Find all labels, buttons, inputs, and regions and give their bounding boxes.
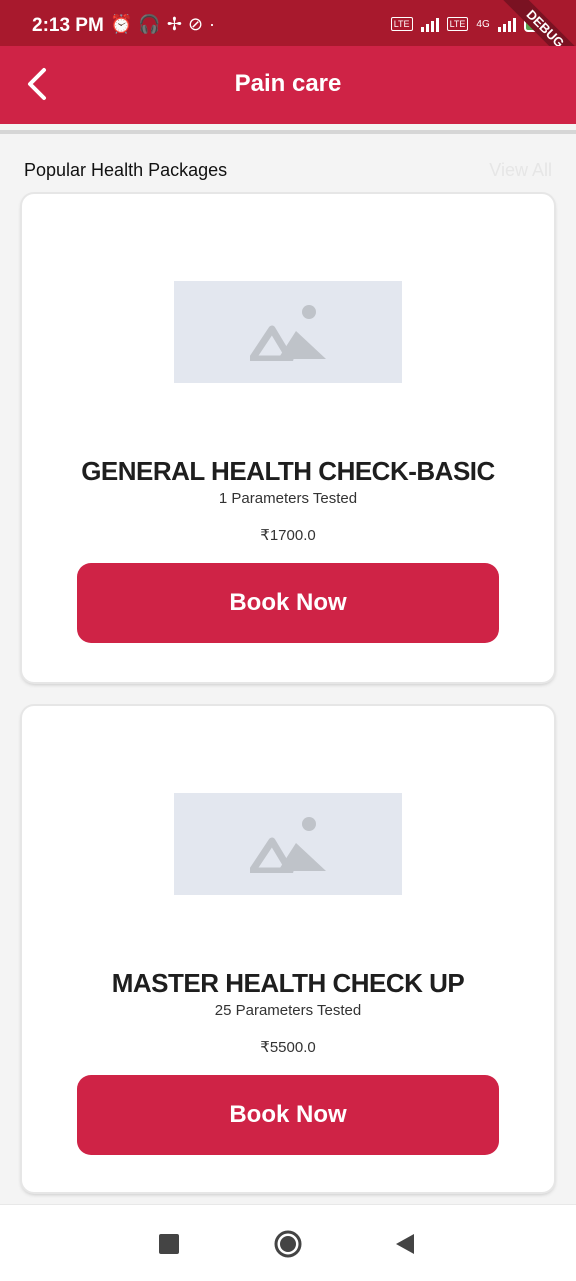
page-title: Pain care bbox=[234, 70, 342, 97]
headphones-icon: 🎧 bbox=[138, 14, 161, 34]
status-time: 2:13 PM bbox=[32, 15, 104, 36]
book-now-button[interactable]: Book Now bbox=[77, 1075, 499, 1155]
dot-icon: · bbox=[209, 14, 216, 34]
nav-back-button[interactable] bbox=[390, 1229, 420, 1259]
slack-icon: ✢ bbox=[166, 14, 182, 34]
signal-icon-2 bbox=[497, 16, 516, 32]
app-bar: Pain care bbox=[0, 46, 576, 124]
status-notification-icons: ⏰ 🎧 ✢ ⊘ · bbox=[110, 14, 215, 34]
package-image-placeholder bbox=[174, 793, 402, 895]
signal-icon bbox=[420, 16, 439, 32]
package-image-placeholder bbox=[174, 281, 402, 383]
lte-badge: LTE bbox=[390, 17, 413, 31]
package-parameters: 25 Parameters Tested bbox=[214, 1002, 362, 1019]
system-nav-bar bbox=[0, 1204, 576, 1281]
section-title: Popular Health Packages bbox=[24, 160, 228, 180]
alarm-icon: ⏰ bbox=[110, 14, 133, 34]
package-price: ₹1700.0 bbox=[260, 527, 316, 544]
package-name: MASTER HEALTH CHECK UP bbox=[111, 968, 465, 998]
status-bar: 2:13 PM ⏰ 🎧 ✢ ⊘ · LTE LTE 4G 33 DEBUG bbox=[0, 0, 576, 82]
lte-badge-2: LTE bbox=[446, 17, 469, 31]
package-card[interactable]: MASTER HEALTH CHECK UP 25 Parameters Tes… bbox=[22, 706, 554, 1192]
sync-icon: ⊘ bbox=[187, 14, 204, 34]
image-icon bbox=[250, 305, 326, 361]
package-parameters: 1 Parameters Tested bbox=[218, 490, 358, 507]
network-type: 4G bbox=[476, 18, 490, 30]
home-button[interactable] bbox=[273, 1229, 303, 1259]
recents-icon bbox=[159, 1234, 179, 1254]
recents-button[interactable] bbox=[154, 1229, 184, 1259]
view-all-link[interactable]: View All bbox=[489, 160, 552, 181]
package-card[interactable]: GENERAL HEALTH CHECK-BASIC 1 Parameters … bbox=[22, 194, 554, 682]
back-icon bbox=[396, 1234, 414, 1254]
image-icon bbox=[250, 817, 326, 873]
header-divider bbox=[0, 130, 576, 134]
home-icon bbox=[274, 1230, 302, 1258]
book-now-button[interactable]: Book Now bbox=[77, 563, 499, 643]
package-price: ₹5500.0 bbox=[260, 1039, 316, 1056]
package-name: GENERAL HEALTH CHECK-BASIC bbox=[81, 456, 495, 486]
